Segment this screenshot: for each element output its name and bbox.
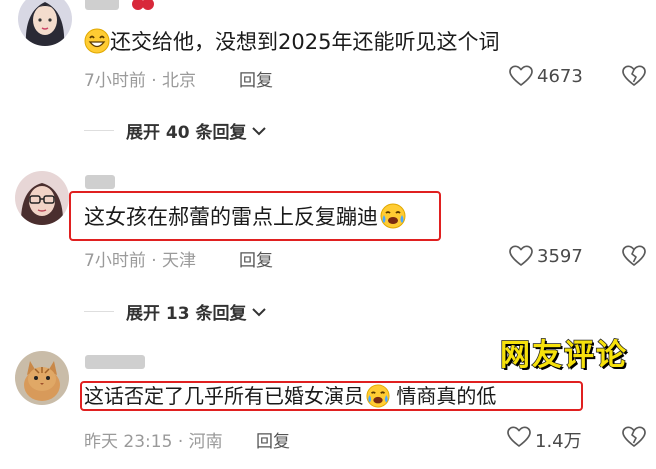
- heart-icon[interactable]: [507, 426, 531, 448]
- comment-meta: 7小时前 · 北京: [84, 66, 196, 91]
- dislike-heart-icon[interactable]: [622, 65, 646, 87]
- comment-body: 这话否定了几乎所有已婚女演员: [84, 384, 364, 408]
- like-count: 4673: [537, 66, 583, 87]
- comment-body: 还交给他，没想到2025年还能听见这个词: [110, 30, 500, 54]
- chevron-down-icon: [252, 127, 267, 136]
- avatar[interactable]: [18, 0, 72, 46]
- comment-text: 还交给他，没想到2025年还能听见这个词: [82, 28, 499, 56]
- comment-text: 这女孩在郝蕾的雷点上反复蹦迪: [84, 203, 406, 231]
- like-count: 1.4万: [535, 431, 582, 452]
- timestamp: 昨天 23:15: [84, 432, 173, 452]
- dislike-heart-icon[interactable]: [622, 245, 646, 267]
- heart-icon[interactable]: [509, 245, 533, 267]
- reply-button[interactable]: 回复: [239, 66, 273, 91]
- comment-meta: 昨天 23:15 · 河南: [84, 427, 223, 452]
- username[interactable]: [85, 175, 115, 189]
- location: 北京: [162, 71, 197, 91]
- comment-body-tail: 情商真的低: [396, 384, 497, 408]
- expand-replies-label: 展开 13 条回复: [126, 304, 247, 324]
- username[interactable]: [85, 0, 119, 10]
- chevron-down-icon: [252, 308, 267, 317]
- meta-separator: ·: [151, 71, 157, 91]
- location: 天津: [162, 251, 197, 271]
- comment-text: 这话否定了几乎所有已婚女演员 情商真的低: [84, 382, 496, 410]
- comment-body: 这女孩在郝蕾的雷点上反复蹦迪: [84, 205, 378, 229]
- reply-button[interactable]: 回复: [256, 427, 290, 452]
- like-count: 3597: [537, 246, 583, 267]
- reply-button[interactable]: 回复: [239, 246, 273, 271]
- divider: [84, 311, 114, 312]
- meta-separator: ·: [151, 251, 157, 271]
- expand-replies-button[interactable]: 展开 40 条回复: [126, 118, 267, 143]
- crying-laugh-emoji-icon: [366, 384, 390, 408]
- meta-separator: ·: [177, 432, 184, 452]
- timestamp: 7小时前: [84, 71, 146, 91]
- divider: [84, 130, 114, 131]
- grin-emoji-icon: [84, 28, 110, 54]
- location: 河南: [188, 432, 223, 452]
- expand-replies-label: 展开 40 条回复: [126, 123, 247, 143]
- crying-laugh-emoji-icon: [380, 203, 406, 229]
- username[interactable]: [85, 355, 145, 369]
- cherry-icon: [132, 0, 154, 10]
- overlay-label: 网友评论: [499, 337, 628, 374]
- timestamp: 7小时前: [84, 251, 146, 271]
- expand-replies-button[interactable]: 展开 13 条回复: [126, 299, 267, 324]
- avatar[interactable]: [15, 171, 69, 225]
- comment-meta: 7小时前 · 天津: [84, 246, 196, 271]
- dislike-heart-icon[interactable]: [622, 426, 646, 448]
- avatar[interactable]: [15, 351, 69, 405]
- heart-icon[interactable]: [509, 65, 533, 87]
